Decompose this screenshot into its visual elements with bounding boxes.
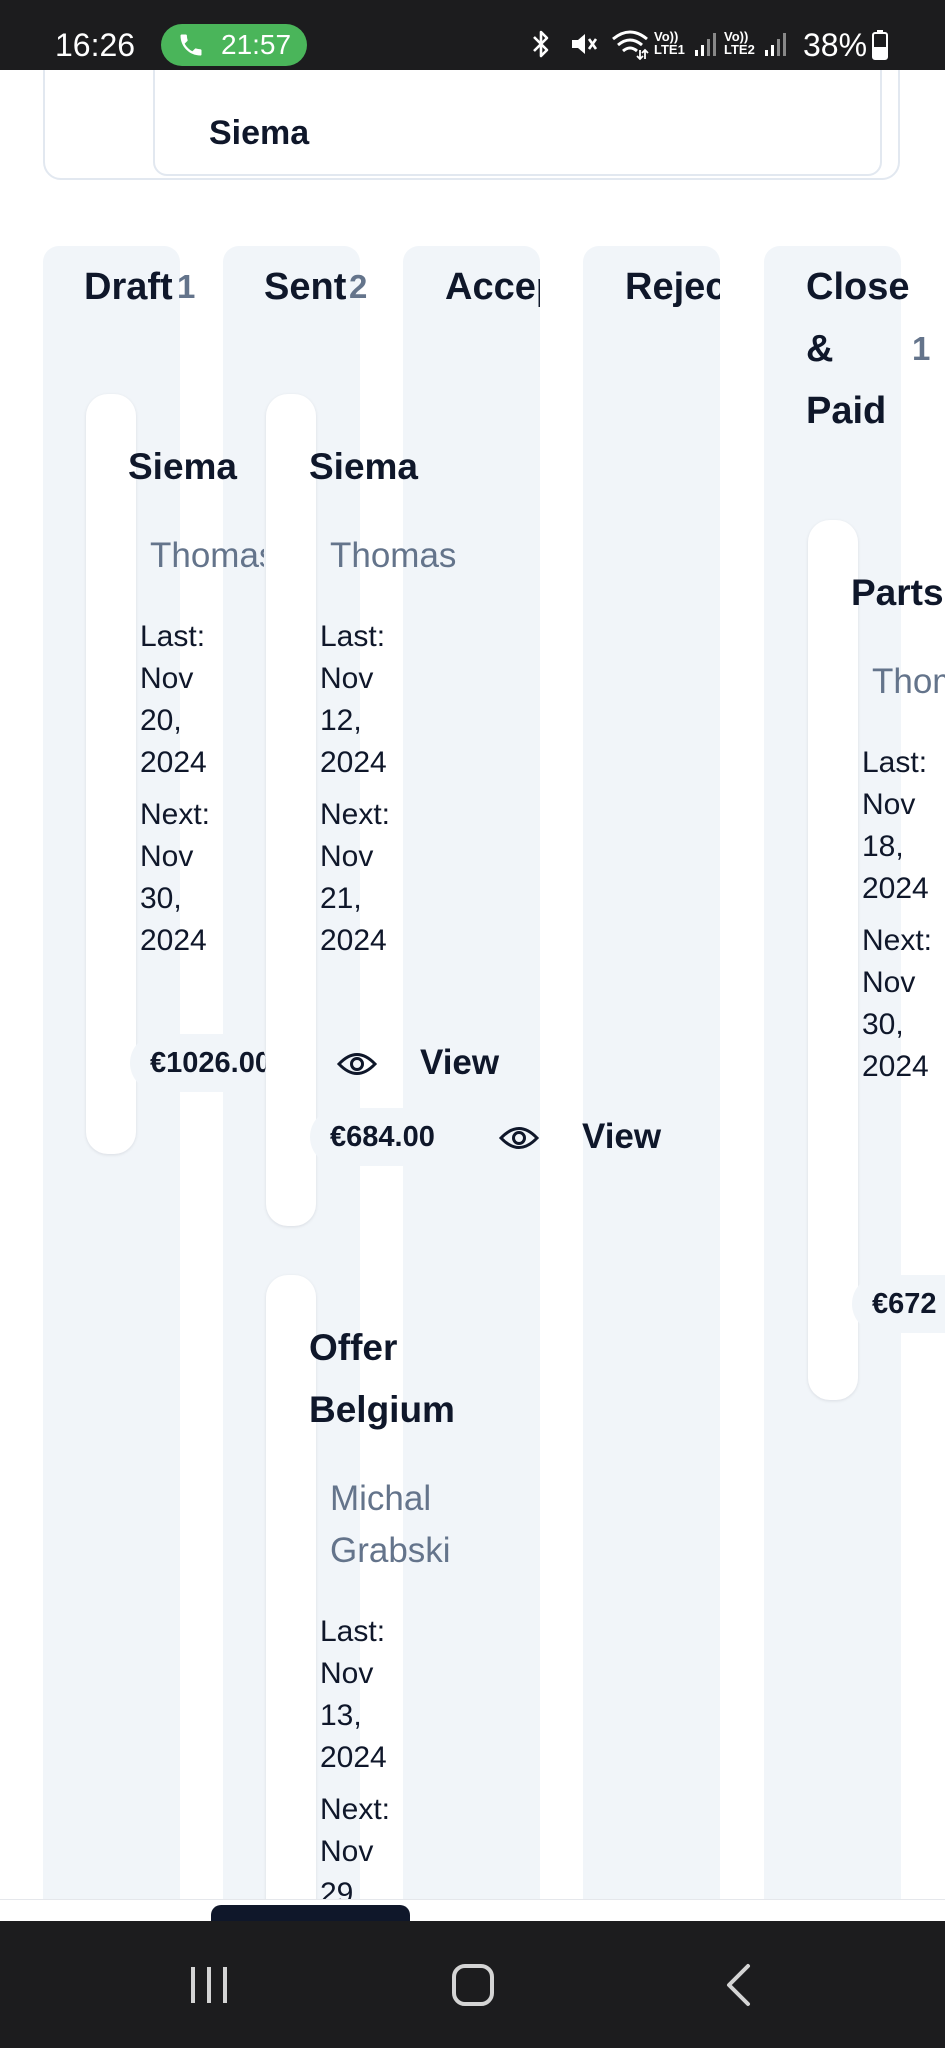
card-last-date: 2024: [140, 746, 207, 779]
previous-offer-card[interactable]: Siema: [153, 70, 882, 176]
ongoing-call-chip[interactable]: 21:57: [161, 24, 307, 66]
card-next-date: 29: [320, 1877, 354, 1900]
card-last-date: 2024: [320, 746, 387, 779]
card-title[interactable]: Parts: [851, 562, 944, 624]
card-next-date: 2024: [862, 1050, 929, 1083]
status-time: 16:26: [55, 27, 136, 63]
card-last-date: 18,: [862, 830, 904, 863]
pipeline-board[interactable]: Siema Draft 1 Sent 2 Accepted Rejected C…: [0, 70, 945, 1900]
card-next-label: Next:: [320, 798, 391, 831]
card-last-label: Last:: [140, 620, 206, 653]
signal-icon-1: [695, 33, 716, 56]
card-next-date: 30,: [862, 1008, 904, 1041]
card-last-label: Last:: [862, 746, 928, 779]
card-last-date: 2024: [320, 1741, 387, 1774]
previous-offer-title: Siema: [209, 114, 310, 152]
column-title-line: Paid: [806, 390, 887, 432]
status-bar: 16:26 21:57 Vo)) LTE1 Vo)) LTE2 38%: [0, 0, 945, 70]
network-label-1: Vo)) LTE1: [654, 29, 685, 57]
card-price: €1026.00: [130, 1034, 266, 1092]
column-title: Draft: [84, 266, 173, 308]
card-next-label: Next:: [140, 798, 211, 831]
card-title-line[interactable]: Offer: [309, 1317, 397, 1379]
card-next-date: 30,: [140, 882, 182, 915]
card-title-line[interactable]: Belgium: [309, 1379, 455, 1441]
card-next-date: 2024: [320, 924, 387, 957]
column-count: 2: [349, 268, 368, 305]
eye-icon[interactable]: [499, 1123, 539, 1153]
card-next-date: Nov: [140, 840, 194, 873]
card-next-date: Nov: [862, 966, 916, 999]
home-icon[interactable]: [451, 1963, 495, 2007]
eye-icon[interactable]: [337, 1049, 377, 1079]
card-last-label: Last:: [320, 1615, 386, 1648]
card-price: €672: [852, 1275, 945, 1333]
card-person: Thomas: [872, 662, 945, 701]
card-person-line: Michal: [330, 1479, 432, 1518]
card-last-date: 20,: [140, 704, 182, 737]
offer-card[interactable]: [86, 394, 136, 1154]
signal-icon-2: [765, 33, 786, 56]
card-next-label: Next:: [320, 1793, 391, 1826]
card-person: Thomas: [150, 536, 264, 575]
column-title-line: &: [806, 328, 834, 370]
card-last-date: Nov: [320, 662, 374, 695]
card-last-date: 2024: [862, 872, 929, 905]
network-label-2: Vo)) LTE2: [724, 29, 755, 57]
call-duration: 21:57: [221, 29, 292, 60]
phone-icon: [180, 34, 202, 56]
bluetooth-icon: [533, 30, 549, 58]
card-last-date: Nov: [140, 662, 194, 695]
card-person-line: Grabski: [330, 1531, 451, 1570]
offer-card[interactable]: [808, 520, 858, 1400]
recent-apps-icon[interactable]: [188, 1965, 230, 2005]
system-nav-bar: [0, 1921, 945, 2048]
view-button[interactable]: View: [420, 1034, 499, 1092]
battery-icon: [872, 30, 888, 60]
column-title: Rejected: [625, 266, 720, 308]
bottom-divider: [0, 1899, 945, 1900]
card-person: Thomas: [330, 536, 457, 575]
card-last-label: Last:: [320, 620, 386, 653]
card-person-clip: Thomas: [150, 530, 264, 582]
battery-percent: 38%: [803, 27, 868, 63]
card-next-label: Next:: [862, 924, 933, 957]
view-button[interactable]: View: [582, 1108, 661, 1166]
offer-card[interactable]: [266, 394, 316, 1226]
column-title-line: Close: [806, 266, 910, 308]
card-last-date: Nov: [862, 788, 916, 821]
previous-section-card: Siema: [43, 70, 900, 180]
card-price: €684.00: [310, 1108, 462, 1166]
column-rejected: Rejected: [583, 246, 720, 1900]
mute-icon: [572, 34, 598, 54]
back-icon[interactable]: [724, 1963, 754, 2007]
card-next-date: 21,: [320, 882, 362, 915]
card-next-date: 2024: [140, 924, 207, 957]
column-count: 1: [912, 330, 931, 367]
card-last-date: Nov: [320, 1657, 374, 1690]
column-count: 1: [177, 268, 196, 305]
card-last-date: 13,: [320, 1699, 362, 1732]
column-title: Sent: [264, 266, 347, 308]
column-title: Accepted: [445, 266, 540, 308]
card-title[interactable]: Siema: [309, 436, 418, 498]
card-next-date: Nov: [320, 1835, 374, 1868]
card-title[interactable]: Siema: [128, 436, 237, 498]
card-last-date: 12,: [320, 704, 362, 737]
wifi-icon: [612, 30, 649, 60]
card-next-date: Nov: [320, 840, 374, 873]
